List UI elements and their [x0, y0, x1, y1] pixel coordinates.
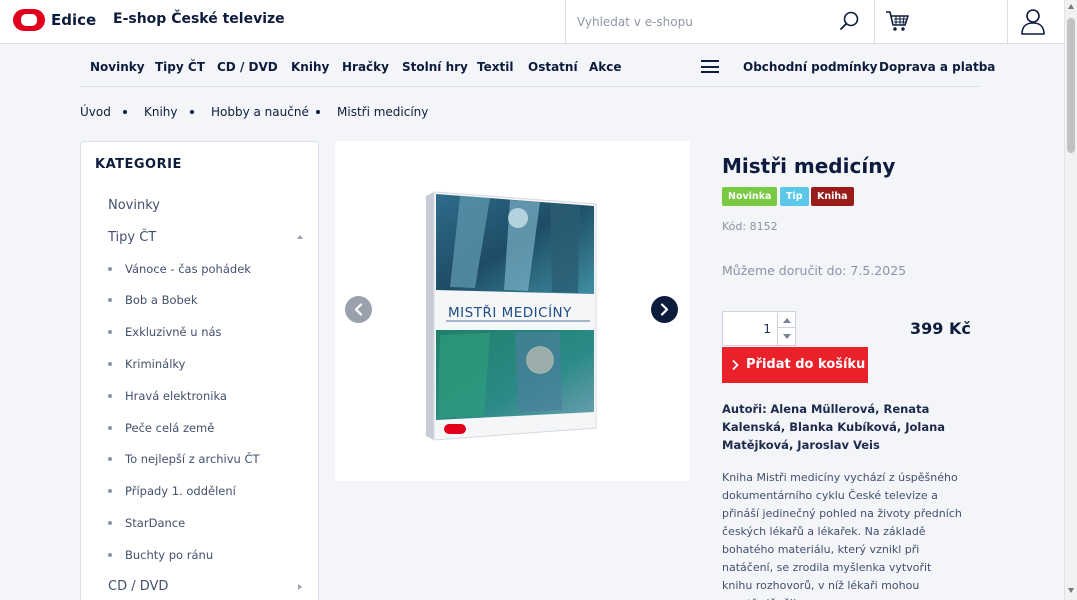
- shop-title: E-shop České televize: [113, 11, 285, 27]
- quantity-decrease-button[interactable]: [777, 329, 795, 345]
- user-icon[interactable]: [1020, 8, 1046, 36]
- sidebar-sub-item[interactable]: Případy 1. oddělení: [125, 484, 236, 498]
- menu-icon[interactable]: [701, 60, 719, 73]
- nav-item-akce[interactable]: Akce: [589, 60, 622, 74]
- sidebar-item-tipy-ct[interactable]: Tipy ČT: [108, 230, 156, 245]
- badge-tip: Tip: [780, 187, 809, 206]
- chevron-right-icon: [732, 360, 739, 370]
- scroll-down-icon[interactable]: [1068, 588, 1074, 593]
- sidebar-title: KATEGORIE: [95, 157, 182, 172]
- cart-area: [876, 0, 1008, 44]
- main-nav: Novinky Tipy ČT CD / DVD Knihy Hračky St…: [80, 44, 995, 87]
- quantity-input[interactable]: [727, 320, 771, 338]
- top-bar: Edice E-shop České televize: [0, 0, 1077, 44]
- product-code: Kód: 8152: [722, 220, 778, 233]
- scroll-thumb[interactable]: [1067, 18, 1075, 153]
- breadcrumb-separator: [190, 110, 194, 114]
- breadcrumb-item-current: Mistři medicíny: [337, 105, 429, 119]
- nav-item-textil[interactable]: Textil: [477, 60, 513, 74]
- badge-kniha: Kniha: [811, 187, 854, 206]
- product-authors: Autoři: Alena Müllerová, Renata Kalenská…: [722, 400, 962, 454]
- search-icon[interactable]: [838, 9, 862, 33]
- breadcrumb-item-hobby[interactable]: Hobby a naučné: [211, 105, 309, 119]
- add-to-cart-label: Přidat do košíku: [746, 357, 866, 372]
- quantity-stepper: [722, 311, 796, 346]
- nav-item-doprava-a-platba[interactable]: Doprava a platba: [879, 60, 995, 74]
- gallery-prev-button[interactable]: [345, 296, 372, 323]
- chevron-right-icon: [660, 303, 669, 316]
- category-sidebar: KATEGORIE Novinky Tipy ČT Vánoce - čas p…: [80, 141, 319, 600]
- page-scrollbar[interactable]: [1064, 0, 1077, 600]
- search-input[interactable]: [577, 12, 827, 32]
- breadcrumb-separator: [123, 110, 127, 114]
- product-image[interactable]: MISTŘI MEDICÍNY: [420, 190, 600, 445]
- logo[interactable]: Edice: [13, 9, 96, 31]
- sidebar-sub-item[interactable]: To nejlepší z archivu ČT: [125, 452, 260, 466]
- nav-item-cd-dvd[interactable]: CD / DVD: [217, 60, 278, 74]
- cover-title: MISTŘI MEDICÍNY: [448, 304, 572, 321]
- sidebar-sub-item[interactable]: Buchty po ránu: [125, 548, 213, 562]
- nav-item-obchodni-podminky[interactable]: Obchodní podmínky: [743, 60, 878, 74]
- delivery-info: Můžeme doručit do: 7.5.2025: [722, 263, 907, 278]
- product-title: Mistři medicíny: [722, 154, 896, 178]
- product-description: Kniha Mistři medicíny vychází z úspěšnéh…: [722, 471, 962, 600]
- breadcrumb-item-knihy[interactable]: Knihy: [144, 105, 178, 119]
- scroll-up-icon[interactable]: [1068, 4, 1074, 9]
- logo-text: Edice: [51, 11, 97, 29]
- product-price: 399 Kč: [910, 319, 971, 338]
- sidebar-sub-item[interactable]: Bob a Bobek: [125, 293, 198, 307]
- gallery-next-button[interactable]: [651, 296, 678, 323]
- sidebar-sub-item[interactable]: Peče celá země: [125, 421, 214, 435]
- sidebar-sub-item[interactable]: Vánoce - čas pohádek: [125, 262, 251, 276]
- sidebar-sub-item[interactable]: Exkluzivně u nás: [125, 325, 222, 339]
- chevron-left-icon: [354, 303, 363, 316]
- sidebar-sub-item[interactable]: StarDance: [125, 516, 185, 530]
- chevron-right-icon[interactable]: [298, 584, 302, 590]
- sidebar-item-novinky[interactable]: Novinky: [108, 198, 160, 213]
- ct-logo-mark: [13, 9, 45, 31]
- badge-novinka: Novinka: [722, 187, 778, 206]
- add-to-cart-button[interactable]: Přidat do košíku: [722, 347, 868, 383]
- nav-item-novinky[interactable]: Novinky: [90, 60, 145, 74]
- nav-item-knihy[interactable]: Knihy: [291, 60, 329, 74]
- nav-item-tipy-ct[interactable]: Tipy ČT: [155, 60, 205, 74]
- breadcrumb-separator: [316, 110, 320, 114]
- sidebar-item-cd-dvd[interactable]: CD / DVD: [108, 579, 168, 594]
- sidebar-sub-item[interactable]: Hravá elektronika: [125, 389, 227, 403]
- sidebar-sub-item[interactable]: Kriminálky: [125, 357, 185, 371]
- nav-item-stolni-hry[interactable]: Stolní hry: [402, 60, 468, 74]
- breadcrumb-item-uvod[interactable]: Úvod: [80, 105, 111, 119]
- chevron-up-icon[interactable]: [297, 235, 303, 239]
- authors-label: Autoři:: [722, 402, 767, 416]
- search-box: [565, 0, 875, 44]
- nav-item-hracky[interactable]: Hračky: [342, 60, 389, 74]
- nav-item-ostatni[interactable]: Ostatní: [528, 60, 578, 74]
- quantity-increase-button[interactable]: [777, 313, 795, 328]
- cart-icon[interactable]: [884, 8, 910, 34]
